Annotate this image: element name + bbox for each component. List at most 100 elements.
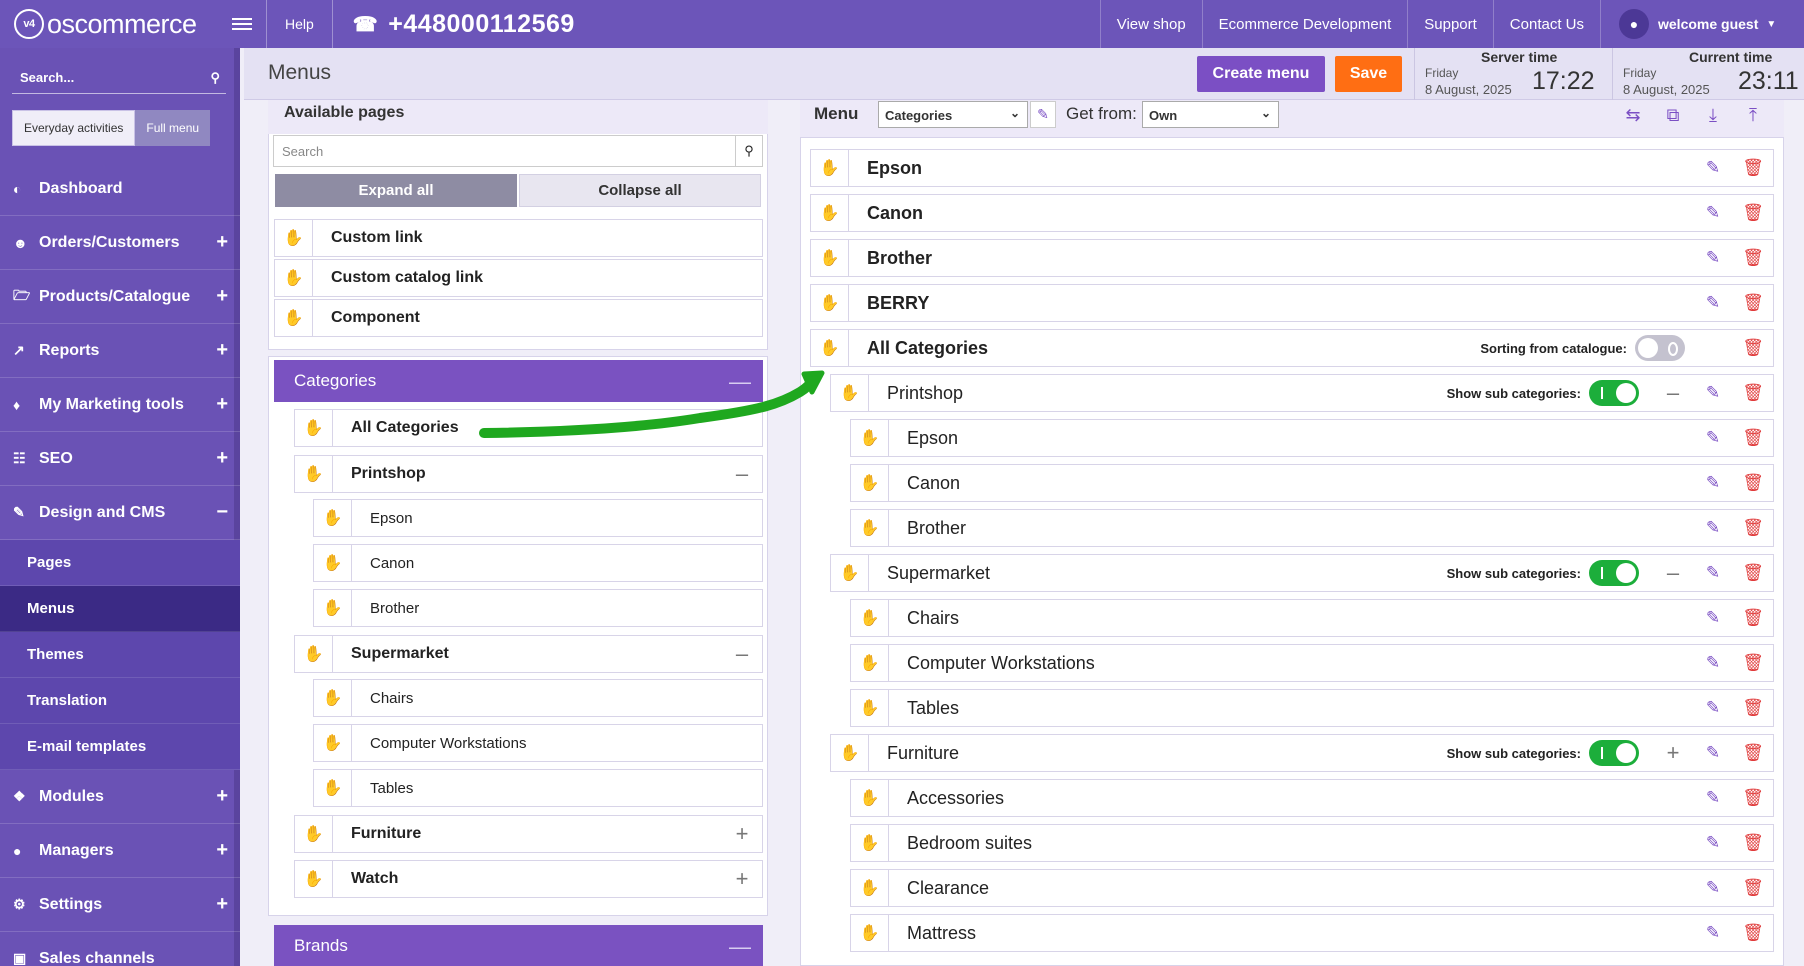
drag-handle-icon[interactable]: ✋	[811, 195, 849, 231]
edit-icon[interactable]: ✎	[1693, 473, 1733, 493]
list-item-custom-catalog-link[interactable]: ✋ Custom catalog link	[274, 259, 763, 297]
drag-handle-icon[interactable]: ✋	[851, 645, 889, 681]
drag-handle-icon[interactable]: ✋	[811, 150, 849, 186]
expand-icon[interactable]: +	[722, 821, 762, 847]
sidebar-subitem-translation[interactable]: Translation	[0, 678, 240, 724]
menu-item-bedroom-suites[interactable]: ✋ Bedroom suites ✎ 🗑	[850, 824, 1774, 862]
delete-icon[interactable]: 🗑	[1733, 158, 1773, 178]
delete-icon[interactable]: 🗑	[1733, 833, 1773, 853]
show-sub-categories-toggle[interactable]	[1589, 380, 1639, 406]
category-watch[interactable]: ✋ Watch +	[294, 860, 763, 898]
collapse-icon[interactable]: –	[1653, 560, 1693, 586]
category-brother[interactable]: ✋ Brother	[313, 589, 763, 627]
category-epson[interactable]: ✋ Epson	[313, 499, 763, 537]
delete-icon[interactable]: 🗑	[1733, 473, 1773, 493]
drag-handle-icon[interactable]: ✋	[314, 680, 352, 716]
menu-item-furniture[interactable]: ✋ Furniture Show sub categories: + ✎ 🗑	[830, 734, 1774, 772]
category-all-categories[interactable]: ✋ All Categories	[294, 409, 763, 447]
delete-icon[interactable]: 🗑	[1733, 788, 1773, 808]
contact-us-link[interactable]: Contact Us	[1492, 0, 1600, 48]
drag-handle-icon[interactable]: ✋	[295, 410, 333, 446]
edit-icon[interactable]: ✎	[1693, 248, 1733, 268]
categories-header[interactable]: Categories —	[274, 360, 763, 402]
sidebar-item-dashboard[interactable]: ◐ Dashboard	[0, 162, 240, 216]
menu-item-canon-child[interactable]: ✋ Canon ✎ 🗑	[850, 464, 1774, 502]
drag-handle-icon[interactable]: ✋	[314, 770, 352, 806]
sidebar-search-input[interactable]: Search... ⚲	[12, 62, 226, 94]
delete-icon[interactable]: 🗑	[1733, 878, 1773, 898]
edit-menu-icon[interactable]: ✎	[1030, 101, 1056, 128]
drag-handle-icon[interactable]: ✋	[275, 220, 313, 256]
sidebar-subitem-email-templates[interactable]: E-mail templates	[0, 724, 240, 770]
search-icon[interactable]: ⚲	[735, 135, 763, 167]
drag-handle-icon[interactable]: ✋	[851, 465, 889, 501]
category-chairs[interactable]: ✋ Chairs	[313, 679, 763, 717]
download-icon[interactable]: ⤓	[1697, 100, 1729, 130]
everyday-activities-button[interactable]: Everyday activities	[12, 110, 136, 146]
menu-item-all-categories[interactable]: ✋ All Categories Sorting from catalogue: 🗑	[810, 329, 1774, 367]
menu-item-accessories[interactable]: ✋ Accessories ✎ 🗑	[850, 779, 1774, 817]
delete-icon[interactable]: 🗑	[1733, 653, 1773, 673]
sidebar-item-settings[interactable]: ⚙ Settings +	[0, 878, 240, 932]
menu-item-canon[interactable]: ✋ Canon ✎ 🗑	[810, 194, 1774, 232]
minus-icon[interactable]: —	[729, 934, 751, 960]
drag-handle-icon[interactable]: ✋	[811, 285, 849, 321]
menu-item-berry[interactable]: ✋ BERRY ✎ 🗑	[810, 284, 1774, 322]
help-link[interactable]: Help	[267, 16, 332, 32]
drag-handle-icon[interactable]: ✋	[314, 545, 352, 581]
edit-icon[interactable]: ✎	[1693, 743, 1733, 763]
delete-icon[interactable]: 🗑	[1733, 743, 1773, 763]
menu-item-epson[interactable]: ✋ Epson ✎ 🗑	[810, 149, 1774, 187]
drag-handle-icon[interactable]: ✋	[295, 456, 333, 492]
logo[interactable]: v4 oscommerce	[0, 0, 230, 48]
edit-icon[interactable]: ✎	[1693, 383, 1733, 403]
menu-item-brother[interactable]: ✋ Brother ✎ 🗑	[810, 239, 1774, 277]
menu-item-printshop[interactable]: ✋ Printshop Show sub categories: – ✎ 🗑	[830, 374, 1774, 412]
delete-icon[interactable]: 🗑	[1733, 698, 1773, 718]
menu-item-epson-child[interactable]: ✋ Epson ✎ 🗑	[850, 419, 1774, 457]
category-tables[interactable]: ✋ Tables	[313, 769, 763, 807]
view-shop-link[interactable]: View shop	[1099, 0, 1202, 48]
drag-handle-icon[interactable]: ✋	[851, 915, 889, 951]
edit-icon[interactable]: ✎	[1693, 608, 1733, 628]
drag-handle-icon[interactable]: ✋	[851, 690, 889, 726]
drag-handle-icon[interactable]: ✋	[275, 300, 313, 336]
list-item-component[interactable]: ✋ Component	[274, 299, 763, 337]
edit-icon[interactable]: ✎	[1693, 293, 1733, 313]
hamburger-icon[interactable]	[232, 0, 252, 48]
edit-icon[interactable]: ✎	[1693, 653, 1733, 673]
upload-icon[interactable]: ⤒	[1737, 100, 1769, 130]
drag-handle-icon[interactable]: ✋	[831, 555, 869, 591]
expand-icon[interactable]: +	[1653, 740, 1693, 766]
show-sub-categories-toggle[interactable]	[1589, 740, 1639, 766]
delete-icon[interactable]: 🗑	[1733, 923, 1773, 943]
edit-icon[interactable]: ✎	[1693, 158, 1733, 178]
delete-icon[interactable]: 🗑	[1733, 383, 1773, 403]
available-pages-search-input[interactable]: Search	[273, 135, 736, 167]
collapse-icon[interactable]: –	[1653, 380, 1693, 406]
sidebar-item-modules[interactable]: ❖ Modules +	[0, 770, 240, 824]
drag-handle-icon[interactable]: ✋	[295, 636, 333, 672]
sidebar-item-orders-customers[interactable]: ☻ Orders/Customers +	[0, 216, 240, 270]
delete-icon[interactable]: 🗑	[1733, 203, 1773, 223]
delete-icon[interactable]: 🗑	[1733, 428, 1773, 448]
drag-handle-icon[interactable]: ✋	[811, 330, 849, 366]
sidebar-item-managers[interactable]: ● Managers +	[0, 824, 240, 878]
create-menu-button[interactable]: Create menu	[1197, 56, 1325, 92]
sidebar-item-design-cms[interactable]: ✎ Design and CMS −	[0, 486, 240, 540]
sidebar-item-reports[interactable]: ↗ Reports +	[0, 324, 240, 378]
category-canon[interactable]: ✋ Canon	[313, 544, 763, 582]
show-sub-categories-toggle[interactable]	[1589, 560, 1639, 586]
category-furniture[interactable]: ✋ Furniture +	[294, 815, 763, 853]
edit-icon[interactable]: ✎	[1693, 518, 1733, 538]
category-supermarket[interactable]: ✋ Supermarket –	[294, 635, 763, 673]
swap-icon[interactable]: ⇆	[1617, 100, 1649, 130]
ecommerce-development-link[interactable]: Ecommerce Development	[1201, 0, 1408, 48]
edit-icon[interactable]: ✎	[1693, 563, 1733, 583]
expand-icon[interactable]: +	[722, 866, 762, 892]
category-computer-workstations[interactable]: ✋ Computer Workstations	[313, 724, 763, 762]
drag-handle-icon[interactable]: ✋	[851, 510, 889, 546]
brands-header[interactable]: Brands —	[274, 925, 763, 966]
delete-icon[interactable]: 🗑	[1733, 248, 1773, 268]
delete-icon[interactable]: 🗑	[1733, 293, 1773, 313]
